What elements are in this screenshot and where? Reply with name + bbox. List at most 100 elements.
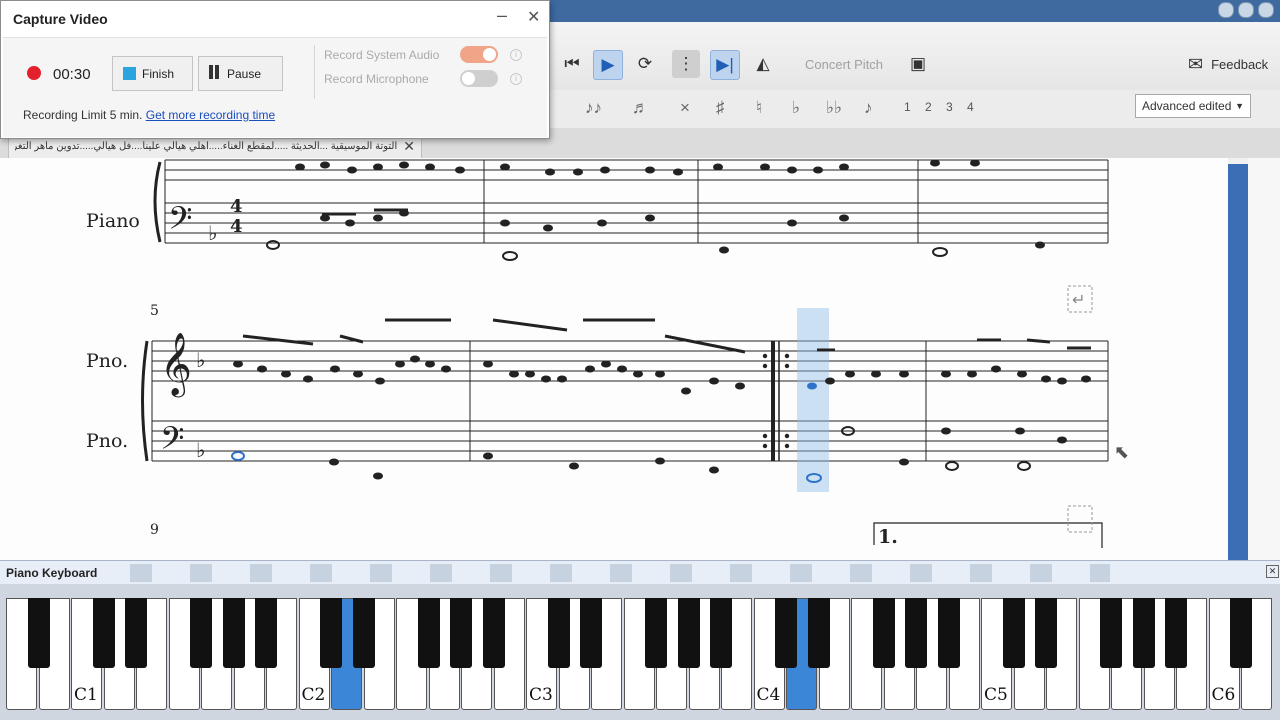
- sharp-icon[interactable]: ♯: [716, 98, 725, 118]
- tuplet-icon[interactable]: ♬: [632, 98, 649, 118]
- pause-icon: [209, 65, 221, 82]
- natural-icon[interactable]: ♮: [756, 98, 762, 118]
- piano-black-key-dsharp2[interactable]: [352, 598, 375, 668]
- recording-timer: 00:30: [53, 66, 91, 83]
- piano-black-key-csharp6[interactable]: [1230, 598, 1252, 668]
- octave-label: C6: [1211, 685, 1236, 705]
- piano-black-key-dsharp4[interactable]: [807, 598, 830, 668]
- piano-black-key-fsharp5[interactable]: [1100, 598, 1122, 668]
- camera-icon[interactable]: ▣: [904, 50, 932, 78]
- window-controls: [1218, 2, 1274, 18]
- piano-black-key-gsharp2[interactable]: [450, 598, 472, 668]
- envelope-icon: ✉: [1188, 54, 1204, 74]
- finish-button[interactable]: Finish: [112, 56, 193, 91]
- piano-black-key-csharp3[interactable]: [547, 598, 570, 668]
- info-icon[interactable]: i: [510, 49, 522, 61]
- next-icon[interactable]: ▶|: [710, 50, 740, 80]
- voice-1-button[interactable]: 1: [904, 100, 911, 114]
- svg-text:𝄢: 𝄢: [160, 420, 184, 464]
- piano-black-key-asharp4[interactable]: [937, 598, 960, 668]
- piano-black-key-csharp5[interactable]: [1002, 598, 1025, 668]
- octave-label: C5: [984, 685, 1008, 705]
- score-view[interactable]: 𝄢 𝄞 𝄢 ♭ ♭ ♭ ↵ Piano 4 4 5 Pno. Pno. 9 1.…: [0, 158, 1228, 560]
- pause-button[interactable]: Pause: [198, 56, 283, 91]
- time-signature-top: 4: [230, 196, 243, 217]
- close-icon[interactable]: ✕: [527, 7, 540, 27]
- score-scrollbar-thumb[interactable]: [1228, 164, 1248, 560]
- piano-black-key-asharp1[interactable]: [255, 598, 277, 668]
- svg-text:𝄞: 𝄞: [160, 332, 192, 398]
- piano-black-key-gsharp3[interactable]: [677, 598, 700, 668]
- piano-black-key-fsharp2[interactable]: [417, 598, 440, 668]
- toggle-knob: [483, 48, 496, 61]
- loop-icon[interactable]: ⟳: [631, 50, 659, 78]
- score-tab-title: التوتة الموسيقية ...الحديثة .....لمقطع ا…: [15, 141, 398, 152]
- right-gutter: [1248, 158, 1280, 560]
- concert-pitch-button[interactable]: Concert Pitch: [805, 57, 883, 72]
- piano-black-key-csharp1[interactable]: [92, 598, 115, 668]
- piano-black-key-csharp2[interactable]: [320, 598, 342, 668]
- piano-black-key-dsharp5[interactable]: [1035, 598, 1057, 668]
- measure-number-9: 9: [150, 522, 159, 538]
- piano-black-key-asharp5[interactable]: [1165, 598, 1187, 668]
- keyboard-header-ghost: [130, 564, 1110, 582]
- piano-black-key-dsharp3[interactable]: [580, 598, 602, 668]
- svg-text:♭: ♭: [208, 221, 217, 245]
- piano-black-key-fsharp4[interactable]: [872, 598, 895, 668]
- close-icon[interactable]: ✕: [403, 138, 415, 155]
- record-microphone-label: Record Microphone: [324, 72, 429, 86]
- minimize-window-button[interactable]: [1218, 2, 1234, 18]
- play-icon[interactable]: ▶: [593, 50, 623, 80]
- piano-black-key-gsharp1[interactable]: [222, 598, 245, 668]
- octave-label: C2: [301, 685, 326, 705]
- svg-text:↵: ↵: [1072, 292, 1085, 309]
- finish-label: Finish: [142, 66, 175, 81]
- microphone-toggle[interactable]: [460, 70, 498, 87]
- rewind-to-start-icon[interactable]: ⏮: [558, 50, 586, 78]
- close-window-button[interactable]: [1258, 2, 1274, 18]
- piano-black-key-asharp0[interactable]: [27, 598, 50, 668]
- piano-black-key-gsharp4[interactable]: [905, 598, 927, 668]
- workspace-select-value: Advanced edited: [1142, 99, 1232, 113]
- get-more-time-link[interactable]: Get more recording time: [146, 108, 275, 122]
- grace-note-icon[interactable]: ♪♪: [585, 98, 602, 118]
- repeat-icon[interactable]: ⋮: [672, 50, 700, 78]
- feedback-button[interactable]: ✉ Feedback: [1188, 54, 1268, 75]
- svg-text:𝄢: 𝄢: [168, 200, 192, 244]
- piano-keyboard: C1 C2 C3 C4 C5 C6: [0, 584, 1280, 720]
- piano-black-key-csharp4[interactable]: [775, 598, 797, 668]
- flat-icon[interactable]: ♭: [792, 98, 800, 118]
- close-icon[interactable]: ✕: [1266, 565, 1279, 578]
- workspace-select[interactable]: Advanced edited ▼: [1135, 94, 1251, 118]
- system-audio-toggle[interactable]: [460, 46, 498, 63]
- staff-label-pno-bass: Pno.: [86, 430, 129, 452]
- voice-2-button[interactable]: 2: [925, 100, 932, 114]
- piano-black-key-fsharp1[interactable]: [190, 598, 212, 668]
- voice-4-button[interactable]: 4: [967, 100, 974, 114]
- double-flat-icon[interactable]: ♭♭: [826, 98, 842, 118]
- voice-3-button[interactable]: 3: [946, 100, 953, 114]
- recording-limit-text: Recording Limit 5 min.: [23, 108, 143, 122]
- metronome-icon[interactable]: ◭: [749, 50, 777, 78]
- svg-text:♭: ♭: [196, 438, 205, 462]
- info-icon[interactable]: i: [510, 73, 522, 85]
- pause-label: Pause: [227, 66, 262, 81]
- piano-keys: C1 C2 C3 C4 C5 C6: [6, 598, 1280, 712]
- double-sharp-icon[interactable]: ×: [680, 98, 690, 118]
- feedback-label: Feedback: [1211, 57, 1269, 72]
- staff-label-pno-treble: Pno.: [86, 350, 129, 372]
- piano-black-key-fsharp3[interactable]: [645, 598, 667, 668]
- piano-black-key-dsharp1[interactable]: [125, 598, 147, 668]
- recording-limit: Recording Limit 5 min. Get more recordin…: [23, 108, 275, 122]
- maximize-window-button[interactable]: [1238, 2, 1254, 18]
- staff-label-piano: Piano: [86, 210, 140, 232]
- time-signature-bottom: 4: [230, 216, 243, 237]
- chevron-down-icon: ▼: [1235, 101, 1244, 111]
- minimize-icon[interactable]: –: [497, 5, 507, 26]
- score-sheet: 𝄢 𝄞 𝄢 ♭ ♭ ♭ ↵: [141, 159, 1109, 548]
- piano-black-key-asharp2[interactable]: [482, 598, 505, 668]
- piano-black-key-asharp3[interactable]: [710, 598, 732, 668]
- piano-keyboard-header: Piano Keyboard ✕: [0, 560, 1280, 585]
- flip-direction-icon[interactable]: ♪: [864, 98, 873, 118]
- piano-black-key-gsharp5[interactable]: [1132, 598, 1155, 668]
